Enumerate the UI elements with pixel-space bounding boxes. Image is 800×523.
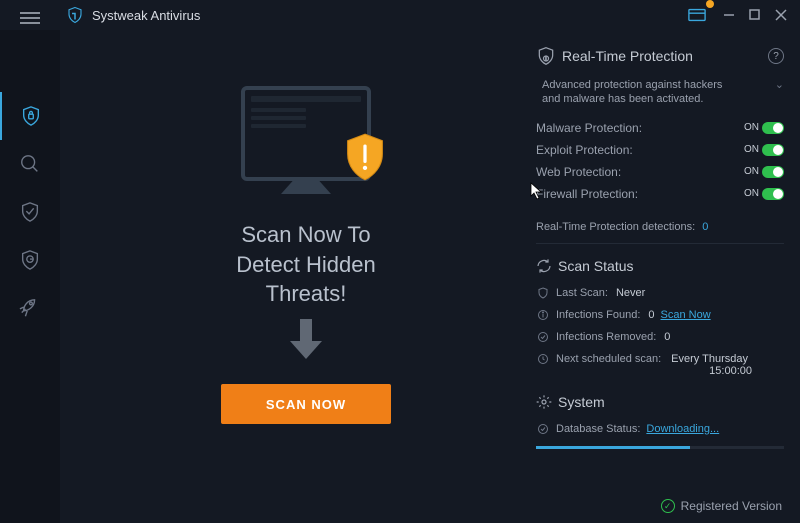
minimize-icon: [723, 9, 735, 21]
shield-e-icon: [19, 249, 41, 271]
sidebar-item-boost[interactable]: [0, 284, 60, 332]
shield-small-icon: [537, 287, 549, 299]
minimize-button[interactable]: [716, 4, 742, 26]
sidebar-item-privacy[interactable]: [0, 236, 60, 284]
chevron-down-icon: ⌄: [775, 78, 784, 107]
toggle-state: ON: [744, 122, 759, 133]
scan-status-title: Scan Status: [558, 258, 634, 274]
rtp-toggle-exploit: Exploit Protection: ON: [536, 139, 784, 161]
rtp-detections: Real-Time Protection detections: 0: [536, 215, 784, 244]
alert-shield-icon: [343, 132, 387, 182]
notification-button[interactable]: [684, 4, 710, 26]
check-icon: ✓: [661, 499, 675, 513]
detections-value: 0: [702, 221, 708, 233]
sidebar-item-home-shield[interactable]: [0, 92, 60, 140]
rtp-advanced-toggle[interactable]: Advanced protection against hackers and …: [542, 78, 784, 107]
center-panel: Scan Now To Detect Hidden Threats! SCAN …: [76, 46, 536, 515]
monitor-illustration: [241, 86, 371, 181]
stat-last-scan: Last Scan: Never: [536, 282, 784, 304]
toggle-label: Firewall Protection:: [536, 187, 638, 201]
info-icon: [537, 309, 549, 321]
toggle-state: ON: [744, 166, 759, 177]
titlebar: Systweak Antivirus: [0, 0, 800, 30]
stat-infections-found: Infections Found: 0 Scan Now: [536, 304, 784, 326]
shield-lock-icon: [20, 105, 42, 127]
toggle-switch-firewall[interactable]: [762, 188, 784, 200]
detections-label: Real-Time Protection detections:: [536, 221, 695, 233]
scan-now-button[interactable]: SCAN NOW: [221, 384, 391, 424]
sidebar: [0, 30, 60, 523]
headline-line1: Scan Now To: [236, 220, 375, 250]
app-title: Systweak Antivirus: [92, 8, 200, 23]
refresh-icon: [536, 258, 552, 274]
rtp-toggle-web: Web Protection: ON: [536, 161, 784, 183]
gear-icon: [536, 394, 552, 410]
clock-icon: [537, 353, 549, 365]
rtp-adv-line2: and malware has been activated.: [542, 92, 722, 106]
shield-info-icon: i: [536, 46, 556, 66]
check-circle-icon: [537, 423, 549, 435]
shield-check-icon: [19, 201, 41, 223]
toggle-state: ON: [744, 188, 759, 199]
maximize-icon: [749, 9, 761, 21]
toggle-label: Malware Protection:: [536, 121, 642, 135]
toggle-state: ON: [744, 144, 759, 155]
scan-status-header: Scan Status: [536, 258, 784, 274]
search-icon: [19, 153, 41, 175]
check-circle-icon: [537, 331, 549, 343]
app-logo: Systweak Antivirus: [66, 6, 200, 24]
rtp-title: Real-Time Protection: [562, 48, 693, 64]
stat-next-scan: Next scheduled scan: Every Thursday 15:0…: [536, 348, 784, 382]
db-progress-bar: [536, 446, 784, 449]
system-title: System: [558, 394, 605, 410]
maximize-button[interactable]: [742, 4, 768, 26]
rtp-header: i Real-Time Protection ?: [536, 46, 784, 66]
toggle-label: Web Protection:: [536, 165, 621, 179]
scan-now-link[interactable]: Scan Now: [661, 309, 711, 321]
toggle-switch-malware[interactable]: [762, 122, 784, 134]
arrow-down-icon: [288, 319, 324, 366]
sidebar-item-scan[interactable]: [0, 140, 60, 188]
close-button[interactable]: [768, 4, 794, 26]
rocket-icon: [19, 297, 41, 319]
toggle-switch-exploit[interactable]: [762, 144, 784, 156]
card-icon: [688, 8, 706, 22]
right-panel: i Real-Time Protection ? Advanced protec…: [536, 46, 784, 515]
shield-logo-icon: [66, 6, 84, 24]
toggle-label: Exploit Protection:: [536, 143, 633, 157]
sidebar-item-protection[interactable]: [0, 188, 60, 236]
sidebar-item-menu[interactable]: [0, 0, 60, 36]
stat-db-status: Database Status: Downloading...: [536, 418, 784, 440]
registered-label: Registered Version: [681, 499, 782, 513]
system-header: System: [536, 394, 784, 410]
headline-line2: Detect Hidden: [236, 250, 375, 280]
rtp-toggle-firewall: Firewall Protection: ON: [536, 183, 784, 205]
rtp-help-button[interactable]: ?: [768, 48, 784, 64]
svg-text:i: i: [546, 56, 547, 61]
rtp-adv-line1: Advanced protection against hackers: [542, 78, 722, 92]
stat-infections-removed: Infections Removed: 0: [536, 326, 784, 348]
rtp-toggle-malware: Malware Protection: ON: [536, 117, 784, 139]
db-status-link[interactable]: Downloading...: [646, 423, 719, 435]
headline-line3: Threats!: [236, 279, 375, 309]
footer-registered: ✓ Registered Version: [661, 499, 782, 513]
hamburger-icon: [20, 11, 40, 25]
toggle-switch-web[interactable]: [762, 166, 784, 178]
close-icon: [775, 9, 787, 21]
headline: Scan Now To Detect Hidden Threats!: [236, 220, 375, 309]
